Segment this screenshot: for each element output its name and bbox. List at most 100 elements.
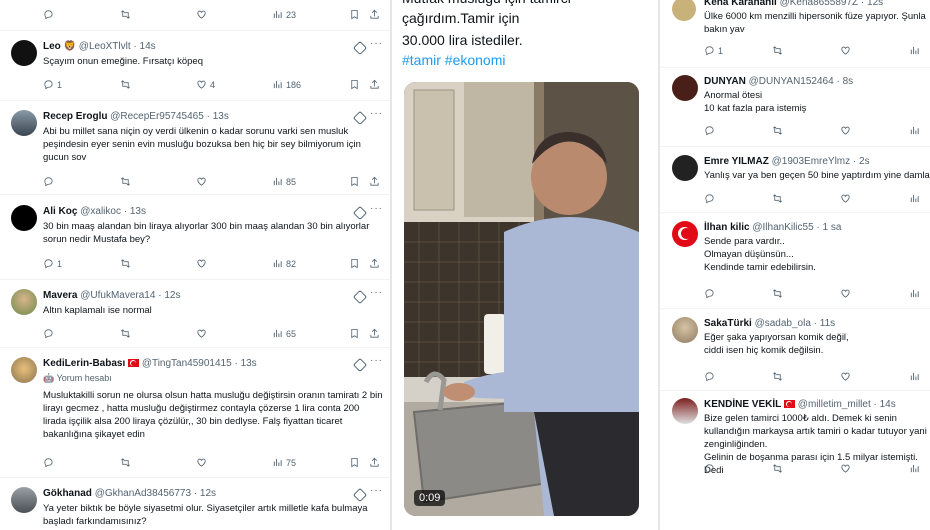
reply-tweet[interactable]: Kenã Karananil @Kena8655897Z · 12s Ülke … — [660, 0, 930, 60]
timestamp[interactable]: 13s — [241, 358, 257, 369]
reply-tweet[interactable]: KENDİNE VEKİL @milletim_millet · 14s Biz… — [660, 393, 930, 530]
retweet-button[interactable] — [772, 45, 783, 56]
grok-icon[interactable] — [352, 357, 368, 373]
timestamp[interactable]: 14s — [140, 41, 156, 52]
bookmark-button[interactable] — [349, 457, 360, 468]
retweet-button[interactable] — [120, 9, 131, 20]
retweet-button[interactable] — [772, 125, 783, 136]
reply-button[interactable] — [704, 193, 715, 204]
author-handle[interactable]: @RecepEr95745465 — [110, 111, 204, 122]
reply-tweet[interactable]: Recep Eroglu @RecepEr95745465 · 13s ··· … — [0, 102, 390, 194]
views-button[interactable]: 82 — [272, 258, 296, 269]
like-button[interactable] — [840, 463, 851, 474]
author-handle[interactable]: @GkhanAd38456773 — [95, 488, 191, 499]
views-button[interactable] — [909, 463, 920, 474]
like-button[interactable] — [196, 176, 207, 187]
grok-icon[interactable] — [352, 289, 368, 305]
retweet-button[interactable] — [120, 176, 131, 187]
timestamp[interactable]: 12s — [200, 488, 216, 499]
author-handle[interactable]: @IlhanKilic55 — [752, 222, 813, 233]
like-button[interactable] — [196, 258, 207, 269]
reply-tweet[interactable]: Emre YILMAZ @1903EmreYlmz · 2s Yanlış va… — [660, 150, 930, 212]
author-name[interactable]: Mavera — [43, 290, 77, 301]
bookmark-button[interactable] — [349, 176, 360, 187]
reply-button[interactable]: 1 — [704, 45, 723, 56]
timestamp[interactable]: 12s — [164, 290, 180, 301]
grok-icon[interactable] — [352, 487, 368, 503]
share-button[interactable] — [369, 328, 380, 339]
avatar[interactable] — [11, 487, 37, 513]
grok-icon[interactable] — [352, 40, 368, 56]
grok-icon[interactable] — [352, 205, 368, 221]
reply-button[interactable] — [43, 9, 54, 20]
timestamp[interactable]: 14s — [880, 399, 896, 410]
author-name[interactable]: SakaTürki — [704, 318, 752, 329]
retweet-button[interactable] — [120, 258, 131, 269]
views-button[interactable]: 23 — [272, 9, 296, 20]
author-handle[interactable]: @DUNYAN152464 — [749, 76, 834, 87]
reply-button[interactable] — [43, 457, 54, 468]
post-hashtags[interactable]: #tamir #ekonomi — [402, 50, 506, 70]
reply-tweet[interactable]: Leo 🦁 @LeoXTlvlt · 14s ··· Sçayım onun e… — [0, 32, 390, 100]
like-button[interactable] — [840, 45, 851, 56]
more-icon[interactable]: ··· — [370, 203, 383, 214]
reply-button[interactable] — [704, 371, 715, 382]
more-icon[interactable]: ··· — [370, 485, 383, 496]
reply-button[interactable]: 1 — [43, 258, 62, 269]
views-button[interactable]: 85 — [272, 176, 296, 187]
avatar[interactable] — [11, 205, 37, 231]
reply-tweet[interactable]: Gökhanad @GkhanAd38456773 · 12s ··· Ya y… — [0, 479, 390, 530]
avatar[interactable] — [11, 357, 37, 383]
retweet-button[interactable] — [772, 193, 783, 204]
retweet-button[interactable] — [120, 79, 131, 90]
reply-button[interactable] — [43, 176, 54, 187]
author-handle[interactable]: @UfukMavera14 — [80, 290, 155, 301]
views-button[interactable]: 75 — [272, 457, 296, 468]
views-button[interactable] — [909, 288, 920, 299]
like-button[interactable] — [840, 125, 851, 136]
reply-tweet[interactable]: Ali Koç @xalikoc · 13s ··· 30 bin maaş a… — [0, 197, 390, 279]
author-handle[interactable]: @TingTan45901415 — [142, 358, 232, 369]
bookmark-button[interactable] — [349, 328, 360, 339]
like-button[interactable] — [196, 328, 207, 339]
author-handle[interactable]: @xalikoc — [80, 206, 121, 217]
avatar[interactable] — [672, 75, 698, 101]
like-button[interactable] — [196, 9, 207, 20]
avatar[interactable] — [672, 0, 696, 21]
like-button[interactable] — [840, 288, 851, 299]
avatar[interactable] — [11, 289, 37, 315]
views-button[interactable]: 186 — [272, 79, 301, 90]
author-handle[interactable]: @milletim_millet — [798, 399, 871, 410]
like-button[interactable] — [840, 371, 851, 382]
reply-tweet[interactable]: SakaTürki @sadab_ola · 11s Eğer şaka yap… — [660, 312, 930, 390]
avatar[interactable] — [672, 317, 698, 343]
share-button[interactable] — [369, 176, 380, 187]
timestamp[interactable]: 13s — [130, 206, 146, 217]
video-player[interactable]: 0:09 — [404, 82, 639, 516]
timestamp[interactable]: 12s — [867, 0, 883, 8]
author-handle[interactable]: @1903EmreYlmz — [772, 156, 851, 167]
reply-tweet[interactable]: İlhan kilic @IlhanKilic55 · 1 sa Sende p… — [660, 216, 930, 308]
avatar[interactable] — [672, 155, 698, 181]
author-name[interactable]: Emre YILMAZ — [704, 156, 769, 167]
author-name[interactable]: Recep Eroglu — [43, 111, 107, 122]
author-name[interactable]: DUNYAN — [704, 76, 746, 87]
author-name[interactable]: KediLerin-Babası — [43, 358, 125, 369]
timestamp[interactable]: 1 sa — [823, 222, 842, 233]
author-handle[interactable]: @Kena8655897Z — [780, 0, 859, 8]
reply-button[interactable] — [704, 463, 715, 474]
author-name[interactable]: KENDİNE VEKİL — [704, 399, 781, 410]
author-name[interactable]: Kenã Karananil — [704, 0, 777, 8]
share-button[interactable] — [369, 9, 380, 20]
avatar[interactable] — [11, 40, 37, 66]
bookmark-button[interactable] — [349, 9, 360, 20]
more-icon[interactable]: ··· — [370, 108, 383, 119]
avatar[interactable] — [11, 110, 37, 136]
timestamp[interactable]: 2s — [859, 156, 870, 167]
author-handle[interactable]: @sadab_ola — [755, 318, 811, 329]
avatar[interactable] — [672, 221, 698, 247]
timestamp[interactable]: 8s — [843, 76, 854, 87]
reply-tweet[interactable]: Mavera @UfukMavera14 · 12s ··· Altın kap… — [0, 281, 390, 347]
views-button[interactable] — [909, 193, 920, 204]
reply-button[interactable]: 1 — [43, 79, 62, 90]
